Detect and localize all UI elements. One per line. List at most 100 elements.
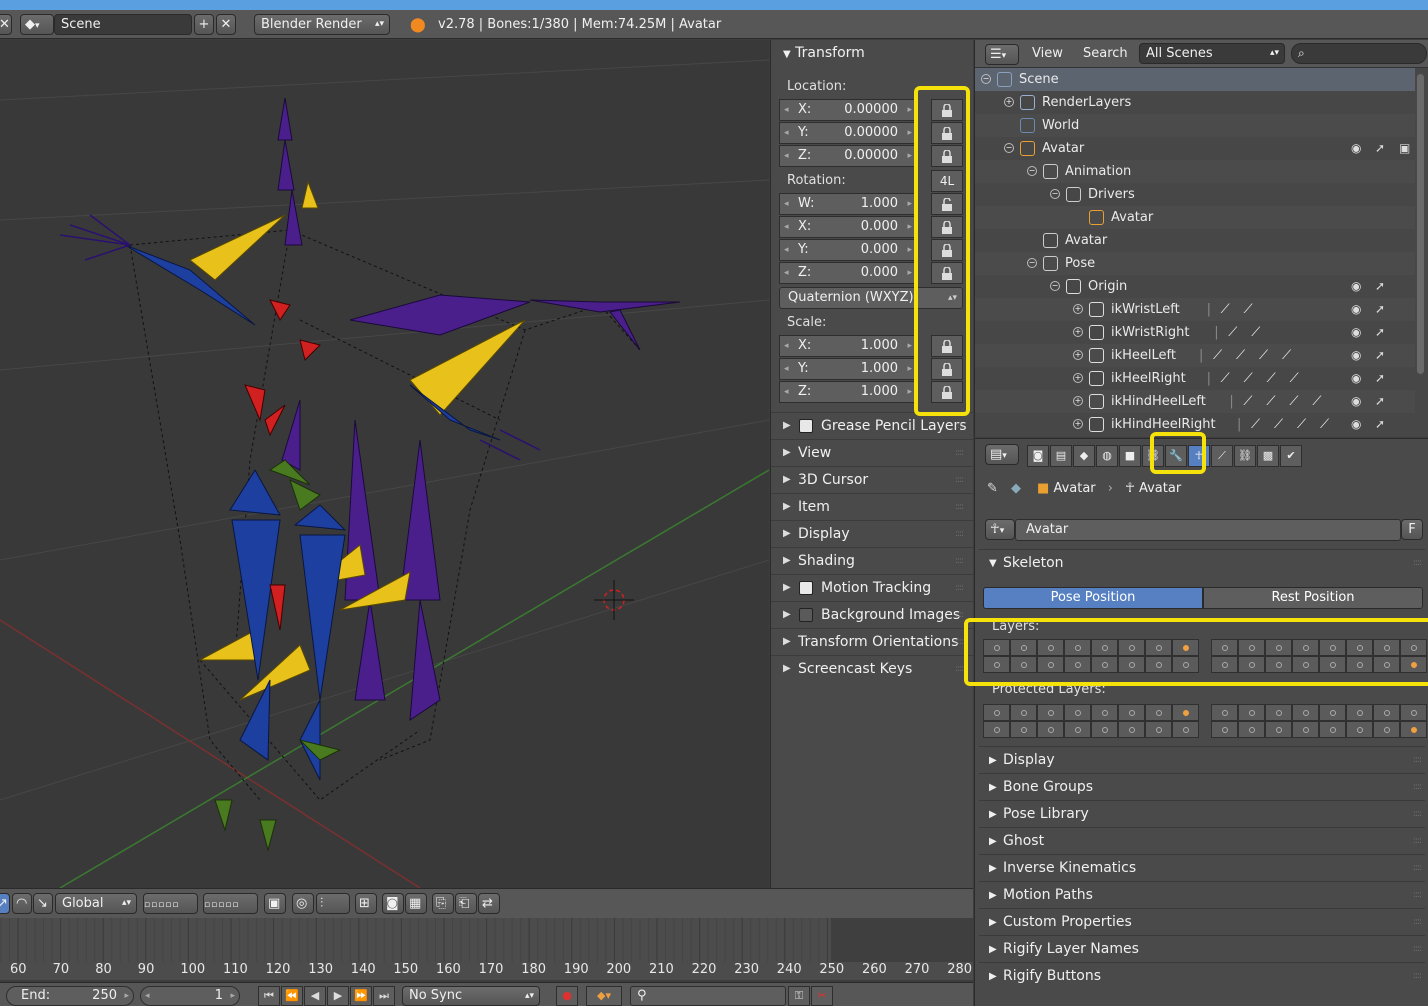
outliner-tree[interactable]: − Scene + RenderLayers World − Avatar ◉ ➚ ▣ − Anima… [975,68,1428,437]
layer-toggle[interactable] [1145,656,1172,673]
layer-toggle[interactable] [1292,704,1319,721]
location-z-field[interactable]: ◂ Z: 0.00000 ▸ [779,145,917,167]
outliner-row[interactable]: − Avatar ◉ ➚ ▣ [975,137,1415,160]
outliner-row[interactable]: + ikHindHeelLeft | ⟋ ⟋ ⟋ ⟋ ◉ ➚ [975,390,1415,413]
lock-icon[interactable] [931,122,963,144]
collapse-icon[interactable]: − [1050,189,1060,199]
collapse-icon[interactable]: − [1027,166,1037,176]
layer-toggle[interactable] [1145,721,1172,738]
layer-toggle[interactable] [983,656,1010,673]
layer-toggle[interactable] [1238,639,1265,656]
proportional-edit-icon[interactable]: ◎ [292,893,314,914]
constraints-tab-icon[interactable]: ⛓ [1142,445,1164,467]
bone-constraints-tab-icon[interactable]: ⛓ [1234,445,1256,467]
panel-bone-groups-header[interactable]: ▶ Bone Groups:::: [979,773,1425,800]
search-menu[interactable]: Search [1083,46,1128,61]
layer-toggle[interactable] [1400,721,1427,738]
layer-toggle[interactable] [1265,639,1292,656]
outliner-row[interactable]: − Drivers [975,183,1415,206]
outliner-row[interactable]: − Origin ◉ ➚ [975,275,1415,298]
sync-mode-dropdown[interactable]: No Sync ▴▾ [402,986,540,1006]
layer-toggle[interactable] [1211,639,1238,656]
layer-toggle[interactable] [1064,639,1091,656]
layer-toggle[interactable] [1037,704,1064,721]
panel-display-header[interactable]: ▶ Display:::: [979,746,1425,773]
layer-toggle[interactable] [1346,656,1373,673]
keying-set-icon[interactable]: ◆▾ [586,986,622,1006]
selectability-cursor-icon[interactable]: ➚ [1375,141,1389,155]
panel-motion-paths-header[interactable]: ▶ Motion Paths:::: [979,881,1425,908]
jump-keyframe-forward-icon[interactable]: ⏩ [350,986,372,1006]
panel-background-images-header[interactable]: ▶ Background Images:::: [771,601,973,627]
layer-toggle[interactable] [1265,704,1292,721]
layer-toggle[interactable] [1010,704,1037,721]
outliner-row[interactable]: + ikHeelRight | ⟋ ⟋ ⟋ ⟋ ◉ ➚ [975,367,1415,390]
outliner-row[interactable]: World [975,114,1415,137]
layer-toggle[interactable] [1319,721,1346,738]
visibility-eye-icon[interactable]: ◉ [1351,302,1365,316]
play-icon[interactable]: ▶ [327,986,349,1006]
rotation-mode-dropdown[interactable]: Quaternion (WXYZ) ▴▾ [779,287,963,309]
paste-pose-icon[interactable]: ⎗ [455,893,477,914]
lock-icon[interactable] [931,262,963,284]
scene-name-field[interactable]: Scene [54,14,192,35]
selectability-cursor-icon[interactable]: ➚ [1375,394,1389,408]
layer-toggle[interactable] [1346,704,1373,721]
layer-toggle[interactable] [1211,704,1238,721]
outliner-search-input[interactable]: ⌕ [1291,43,1427,64]
outliner-row[interactable]: − Scene [975,68,1415,91]
armature-name-field[interactable]: Avatar [1015,519,1401,541]
expand-icon[interactable]: + [1073,327,1083,337]
layer-toggle[interactable] [1373,639,1400,656]
panel-shading-header[interactable]: ▶ Shading:::: [771,547,973,573]
insert-keyframe-icon[interactable]: ⚿ [788,986,810,1006]
layer-toggle[interactable] [1091,656,1118,673]
visibility-eye-icon[interactable]: ◉ [1351,348,1365,362]
layer-toggle[interactable] [1238,656,1265,673]
editor-type-button[interactable]: ▤▾ [985,444,1019,465]
panel-screencast-keys-header[interactable]: ▶ Screencast Keys:::: [771,655,973,681]
layer-toggle[interactable] [1064,721,1091,738]
layer-toggle[interactable] [1292,721,1319,738]
layer-toggle[interactable] [1118,656,1145,673]
render-icon[interactable]: ◙ [382,893,404,914]
panel-enable-checkbox[interactable] [799,608,813,622]
rest-position-button[interactable]: Rest Position [1203,587,1423,609]
panel-pose-library-header[interactable]: ▶ Pose Library:::: [979,800,1425,827]
rotation-w-field[interactable]: ◂ W: 1.000 ▸ [779,193,917,215]
layer-toggle[interactable] [1037,639,1064,656]
scale-manipulator-icon[interactable]: ↘ [33,893,53,914]
layer-toggle[interactable] [1400,639,1427,656]
outliner-row[interactable]: − Pose [975,252,1415,275]
skeleton-panel-header[interactable]: ▼ Skeleton:::: [979,549,1425,576]
selectability-cursor-icon[interactable]: ➚ [1375,417,1389,431]
layer-toggle[interactable] [1091,721,1118,738]
expand-icon[interactable]: + [1073,373,1083,383]
expand-icon[interactable]: + [1004,97,1014,107]
panel-view-header[interactable]: ▶ View:::: [771,439,973,465]
outliner-row[interactable]: + RenderLayers [975,91,1415,114]
outliner-row[interactable]: Avatar [975,206,1415,229]
outliner-scrollbar[interactable] [1417,74,1424,374]
rotation-z-field[interactable]: ◂ Z: 0.000 ▸ [779,262,917,284]
layer-toggle[interactable] [1010,639,1037,656]
view-menu[interactable]: View [1032,46,1063,61]
layer-toggle[interactable] [1172,656,1199,673]
rotate-manipulator-icon[interactable]: ◠ [12,893,32,914]
lock-icon[interactable] [931,216,963,238]
end-frame-field[interactable]: End: 250 ▸ [6,986,134,1006]
rotation-4l-toggle[interactable]: 4L [931,170,963,192]
render-engine-dropdown[interactable]: Blender Render ▴▾ [254,14,390,35]
modifiers-tab-icon[interactable]: 🔧 [1165,445,1187,467]
layer-toggle[interactable] [1265,721,1292,738]
visibility-eye-icon[interactable]: ◉ [1351,141,1365,155]
rotation-x-field[interactable]: ◂ X: 0.000 ▸ [779,216,917,238]
layer-toggle[interactable] [1346,639,1373,656]
snap-icon[interactable]: ⊞ [355,893,377,914]
physics-tab-icon[interactable]: ✔ [1280,445,1302,467]
scale-y-field[interactable]: ◂ Y: 1.000 ▸ [779,358,917,380]
visibility-eye-icon[interactable]: ◉ [1351,325,1365,339]
visibility-eye-icon[interactable]: ◉ [1351,417,1365,431]
outliner-row[interactable]: + ikWristLeft | ⟋ ⟋ ◉ ➚ [975,298,1415,321]
layer-toggle[interactable] [1319,639,1346,656]
